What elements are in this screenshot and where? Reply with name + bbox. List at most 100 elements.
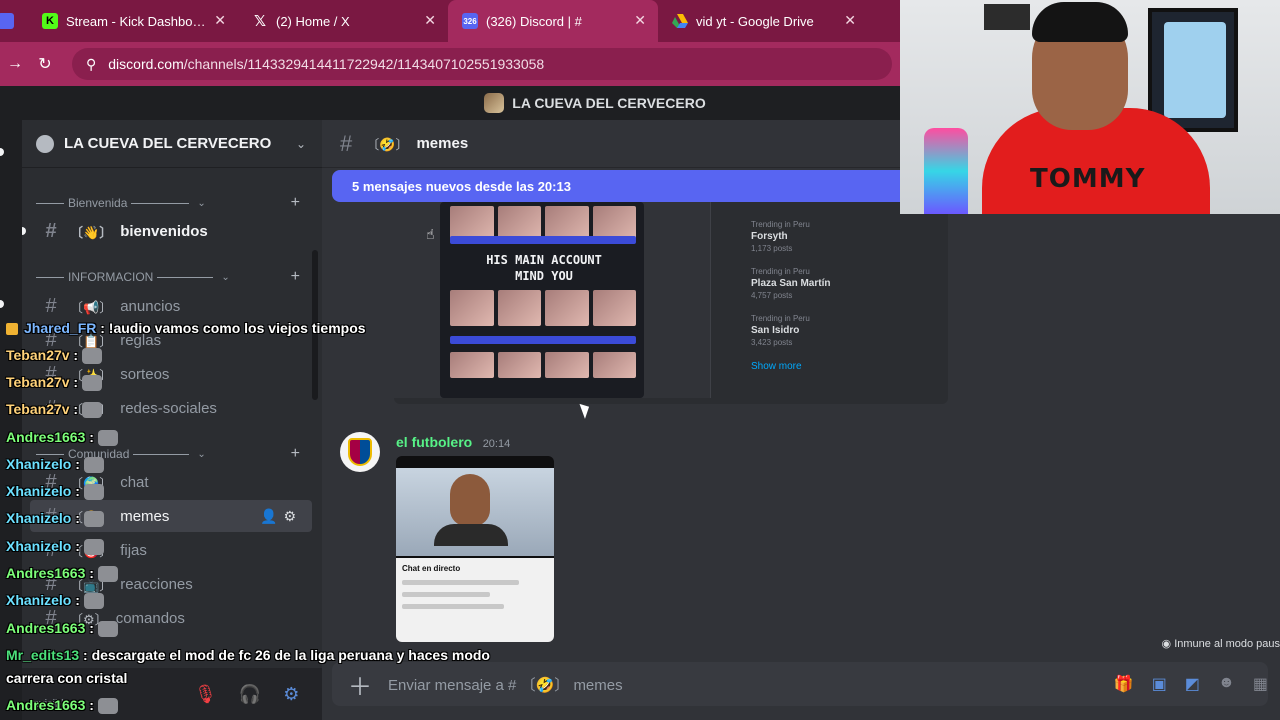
channel-comandos[interactable]: # 〔⚙〕 comandos [30, 602, 312, 634]
add-attachment-icon[interactable]: ＋ [332, 667, 388, 702]
url-path: /channels/1143329414411722942/1143407102… [183, 56, 545, 72]
server-icon [484, 93, 505, 113]
add-channel-icon[interactable]: + [291, 268, 300, 286]
apps-icon[interactable]: ▦ [1253, 674, 1268, 694]
trend-item[interactable]: Trending in Peru San Isidro 3,423 posts [751, 314, 948, 347]
channel-reacciones[interactable]: # 〔📺〕 reacciones [30, 568, 312, 600]
tab-drive[interactable]: vid yt - Google Drive ✕ [658, 0, 868, 42]
live-chat-title: Chat en directo [402, 564, 461, 573]
server-list [0, 120, 22, 720]
sticker-icon[interactable]: ◩ [1185, 674, 1200, 694]
site-settings-icon[interactable]: ⚲ [86, 56, 96, 73]
user-status: Invisible [30, 698, 70, 710]
channel-bienvenidos[interactable]: # 〔👋〕 bienvenidos [22, 215, 312, 247]
gear-icon[interactable]: ⚙ [283, 508, 302, 524]
category-informacion[interactable]: INFORMACION ⌄ + [36, 267, 316, 287]
x-icon: 𝕏 [253, 13, 267, 30]
close-icon[interactable]: ✕ [634, 12, 646, 29]
tab-label: (2) Home / X [276, 13, 350, 29]
reload-icon[interactable]: ↻ [30, 54, 60, 74]
kick-icon: K [42, 13, 58, 29]
window-title: LA CUEVA DEL CERVECERO [512, 95, 706, 111]
image-bar [450, 236, 636, 244]
channel-emoji: 〔🎯〕 [70, 543, 113, 559]
embed-border [394, 398, 948, 404]
server-header[interactable]: LA CUEVA DEL CERVECERO ⌄ [22, 120, 322, 168]
tab-kick[interactable]: K Stream - Kick Dashboard ✕ [28, 0, 238, 42]
channel-name: reglas [120, 331, 162, 349]
gear-icon[interactable]: ⚙ [283, 684, 299, 705]
category-label: INFORMACION [68, 270, 154, 284]
channel-anuncios[interactable]: # 〔📢〕 anuncios [30, 290, 312, 322]
message-composer[interactable]: ＋ Enviar mensaje a # 〔🤣〕 memes 🎁 ▣ ◩ ☻ ▦ [332, 662, 1268, 706]
channel-name: reacciones [120, 575, 193, 593]
tab-x[interactable]: 𝕏 (2) Home / X ✕ [238, 0, 448, 42]
chevron-down-icon: ⌄ [197, 197, 206, 209]
unread-indicator [22, 227, 26, 235]
text-channel-icon: # [45, 396, 57, 419]
image-caption: HIS MAIN ACCOUNT MIND YOU [486, 253, 602, 283]
back-icon[interactable]: → [0, 55, 30, 73]
channel-name: fijas [120, 541, 147, 559]
shirt-brand: TOMMY [1030, 164, 1146, 194]
text-channel-icon: # [45, 606, 57, 629]
message-image-screenshot[interactable]: HIS MAIN ACCOUNT MIND YOU [440, 202, 644, 398]
gift-icon[interactable]: 🎁 [1114, 674, 1134, 694]
channel-name: memes [120, 507, 170, 525]
show-more-link[interactable]: Show more [751, 361, 948, 372]
channel-emoji: 〔⚙〕 [70, 611, 108, 627]
streamer-shirt [434, 524, 508, 546]
user-panel: Invisible 🎙 🎧 ⚙ [22, 668, 322, 720]
channel-fijas[interactable]: # 〔🎯〕 fijas [30, 534, 312, 566]
category-comunidad[interactable]: Comunidad ⌄ + [36, 444, 316, 464]
channel-emoji: 〔📢〕 [70, 299, 113, 315]
url-input[interactable]: ⚲ discord.com/channels/11433294144117229… [72, 48, 892, 80]
tab-discord[interactable]: 326 (326) Discord | # ✕ [448, 0, 658, 42]
invite-icon[interactable]: 👤 [260, 508, 283, 524]
drive-icon [672, 13, 688, 29]
add-channel-icon[interactable]: + [291, 445, 300, 463]
channel-emoji: 〔🌐〕 [70, 401, 113, 417]
trend-item[interactable]: Trending in Peru Forsyth 1,173 posts [751, 220, 948, 253]
image-bar [450, 336, 636, 344]
chevron-down-icon[interactable]: ⌄ [296, 137, 306, 151]
add-channel-icon[interactable]: + [291, 194, 300, 212]
divider [133, 453, 190, 455]
address-bar-row: → ↻ ⚲ discord.com/channels/1143329414411… [0, 42, 900, 86]
close-icon[interactable]: ✕ [844, 12, 856, 29]
trend-item[interactable]: Trending in Peru Plaza San Martín 4,757 … [751, 267, 948, 300]
divider [36, 453, 64, 455]
divider [36, 276, 64, 278]
channel-name: bienvenidos [120, 222, 208, 240]
server-name: LA CUEVA DEL CERVECERO [64, 135, 272, 152]
channel-emoji: 〔📋〕 [70, 333, 113, 349]
message-image-stream[interactable]: Chat en directo [396, 456, 554, 642]
channel-emoji: 〔✨〕 [70, 367, 113, 383]
guild-indicator [0, 148, 4, 156]
message-author[interactable]: el futbolero [396, 434, 472, 450]
channel-redes-sociales[interactable]: # 〔🌐〕 redes-sociales [30, 392, 312, 424]
category-bienvenida[interactable]: Bienvenida ⌄ + [36, 193, 316, 213]
message-timestamp: 20:14 [482, 438, 511, 450]
channel-sorteos[interactable]: # 〔✨〕 sorteos [30, 358, 312, 390]
text-channel-icon: # [45, 294, 57, 317]
pinned-tab-icon[interactable] [0, 13, 14, 29]
headphones-icon[interactable]: 🎧 [239, 684, 261, 705]
channel-memes[interactable]: # 〔🤣〕 memes 👤⚙ [30, 500, 312, 532]
close-icon[interactable]: ✕ [214, 12, 226, 29]
close-icon[interactable]: ✕ [424, 12, 436, 29]
message-header: el futbolero 20:14 [396, 434, 510, 452]
tab-label: (326) Discord | # [486, 13, 582, 29]
text-channel-icon: # [45, 538, 57, 561]
channel-reglas[interactable]: # 〔📋〕 reglas [30, 324, 312, 356]
server-badge-icon [36, 134, 54, 153]
composer-placeholder[interactable]: Enviar mensaje a # 〔🤣〕 memes [388, 674, 623, 695]
gif-icon[interactable]: ▣ [1152, 674, 1167, 694]
emoji-icon[interactable]: ☻ [1218, 674, 1235, 694]
divider [36, 202, 64, 204]
url-host: discord.com [108, 56, 184, 72]
avatar[interactable] [340, 432, 380, 472]
mute-mic-icon[interactable]: 🎙 [194, 684, 217, 705]
channel-chat[interactable]: # 〔🌍〕 chat [30, 466, 312, 498]
rgb-microphone [924, 128, 968, 214]
